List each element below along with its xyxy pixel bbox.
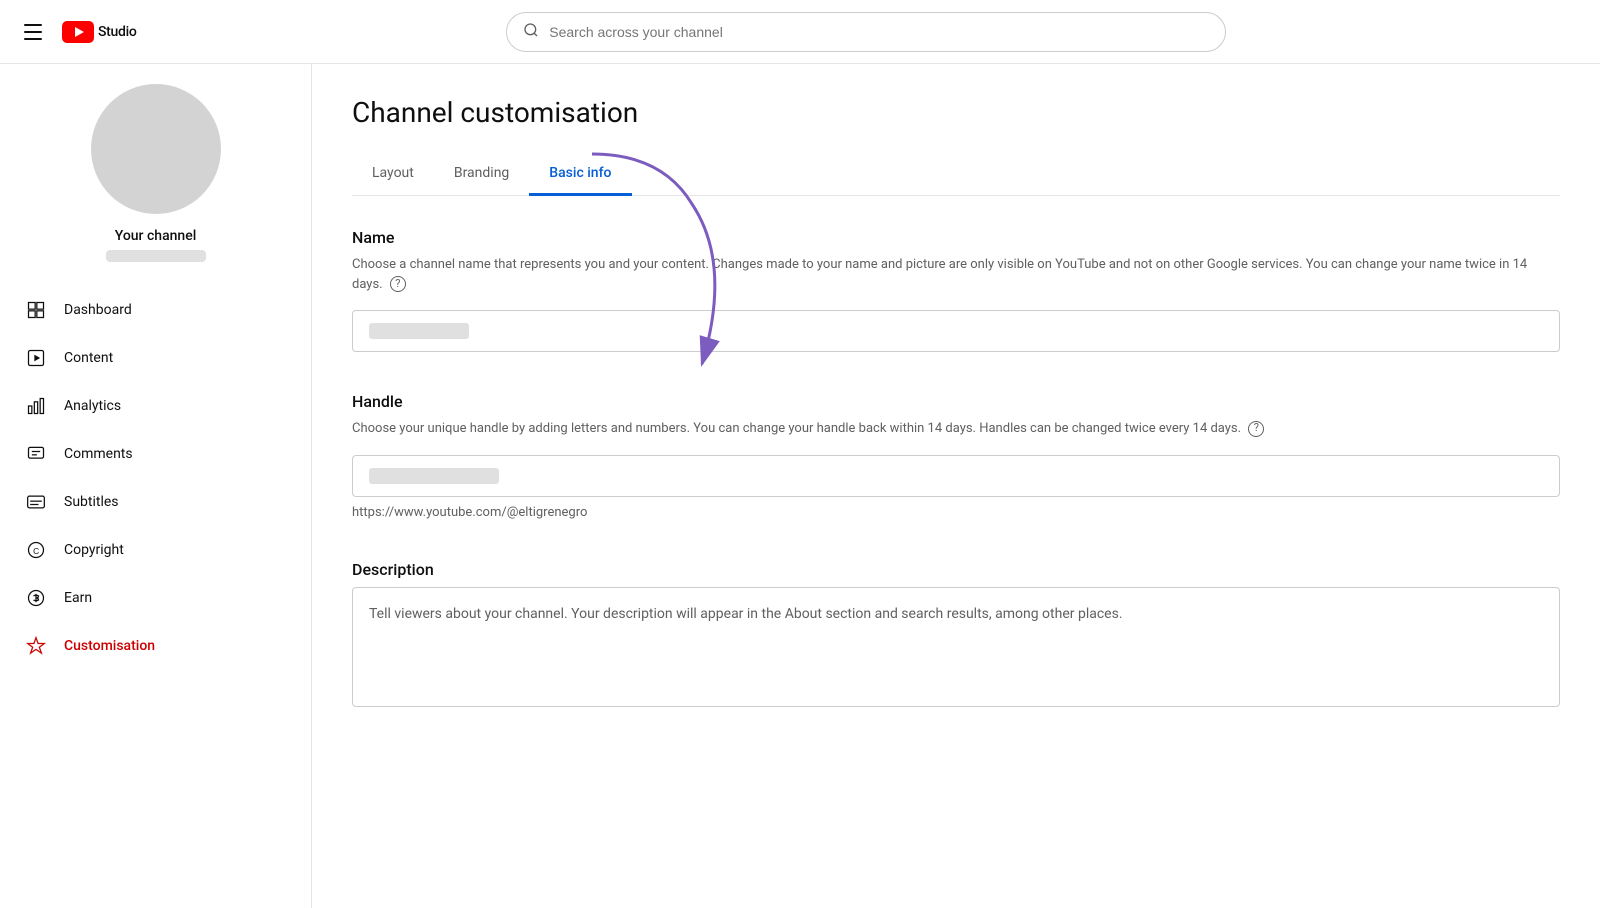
handle-input-placeholder xyxy=(369,468,499,484)
channel-link-placeholder xyxy=(106,250,206,262)
handle-input-wrap[interactable] xyxy=(352,455,1560,497)
content-label: Content xyxy=(64,350,113,366)
dashboard-icon xyxy=(24,298,48,322)
sidebar-item-copyright[interactable]: C Copyright xyxy=(8,526,303,574)
name-help-icon[interactable]: ? xyxy=(390,276,406,292)
tabs-container: Layout Branding Basic info xyxy=(352,153,1560,196)
copyright-icon: C xyxy=(24,538,48,562)
handle-section-title: Handle xyxy=(352,392,1560,411)
menu-button[interactable] xyxy=(16,16,50,48)
sidebar-item-analytics[interactable]: Analytics xyxy=(8,382,303,430)
customisation-icon xyxy=(24,634,48,658)
topbar-left: Studio xyxy=(16,16,137,48)
subtitles-label: Subtitles xyxy=(64,494,119,510)
main-layout: Your channel Dashboard xyxy=(0,64,1600,908)
youtube-studio-logo[interactable]: Studio xyxy=(62,21,137,43)
sidebar-item-comments[interactable]: Comments xyxy=(8,430,303,478)
youtube-icon xyxy=(62,21,94,43)
customisation-label: Customisation xyxy=(64,638,155,654)
studio-label: Studio xyxy=(98,24,137,40)
sidebar-item-customisation[interactable]: Customisation xyxy=(8,622,303,670)
channel-url: https://www.youtube.com/@eltigrenegro xyxy=(352,505,1560,520)
name-input-placeholder xyxy=(369,323,469,339)
tab-basic-info[interactable]: Basic info xyxy=(529,153,631,196)
content-icon xyxy=(24,346,48,370)
search-icon xyxy=(523,22,539,42)
earn-icon xyxy=(24,586,48,610)
channel-name: Your channel xyxy=(115,228,197,244)
sidebar-item-earn[interactable]: Earn xyxy=(8,574,303,622)
analytics-icon xyxy=(24,394,48,418)
handle-help-icon[interactable]: ? xyxy=(1248,421,1264,437)
sidebar-item-subtitles[interactable]: Subtitles xyxy=(8,478,303,526)
copyright-label: Copyright xyxy=(64,542,124,558)
content-area: Channel customisation Layout Branding Ba… xyxy=(312,64,1600,908)
sidebar-item-content[interactable]: Content xyxy=(8,334,303,382)
search-input[interactable] xyxy=(549,24,1209,40)
page-title: Channel customisation xyxy=(352,96,1560,129)
comments-label: Comments xyxy=(64,446,133,462)
description-section-title: Description xyxy=(352,560,1560,579)
name-input-wrap[interactable] xyxy=(352,310,1560,352)
sidebar: Your channel Dashboard xyxy=(0,64,312,908)
handle-section: Handle Choose your unique handle by addi… xyxy=(352,392,1560,520)
description-textarea[interactable]: Tell viewers about your channel. Your de… xyxy=(352,587,1560,707)
svg-text:C: C xyxy=(33,546,39,556)
analytics-label: Analytics xyxy=(64,398,121,414)
sidebar-item-dashboard[interactable]: Dashboard xyxy=(8,286,303,334)
name-section-title: Name xyxy=(352,228,1560,247)
search-bar xyxy=(506,12,1226,52)
channel-avatar xyxy=(91,84,221,214)
name-section: Name Choose a channel name that represen… xyxy=(352,228,1560,352)
sidebar-nav: Dashboard Content Ana xyxy=(0,286,311,670)
hamburger-icon xyxy=(24,24,42,40)
description-section: Description Tell viewers about your chan… xyxy=(352,560,1560,707)
dashboard-label: Dashboard xyxy=(64,302,132,318)
topbar: Studio xyxy=(0,0,1600,64)
handle-section-desc: Choose your unique handle by adding lett… xyxy=(352,419,1560,439)
earn-label: Earn xyxy=(64,590,92,606)
comments-icon xyxy=(24,442,48,466)
name-section-desc: Choose a channel name that represents yo… xyxy=(352,255,1560,294)
tab-layout[interactable]: Layout xyxy=(352,153,434,196)
subtitles-icon xyxy=(24,490,48,514)
tab-branding[interactable]: Branding xyxy=(434,153,529,196)
